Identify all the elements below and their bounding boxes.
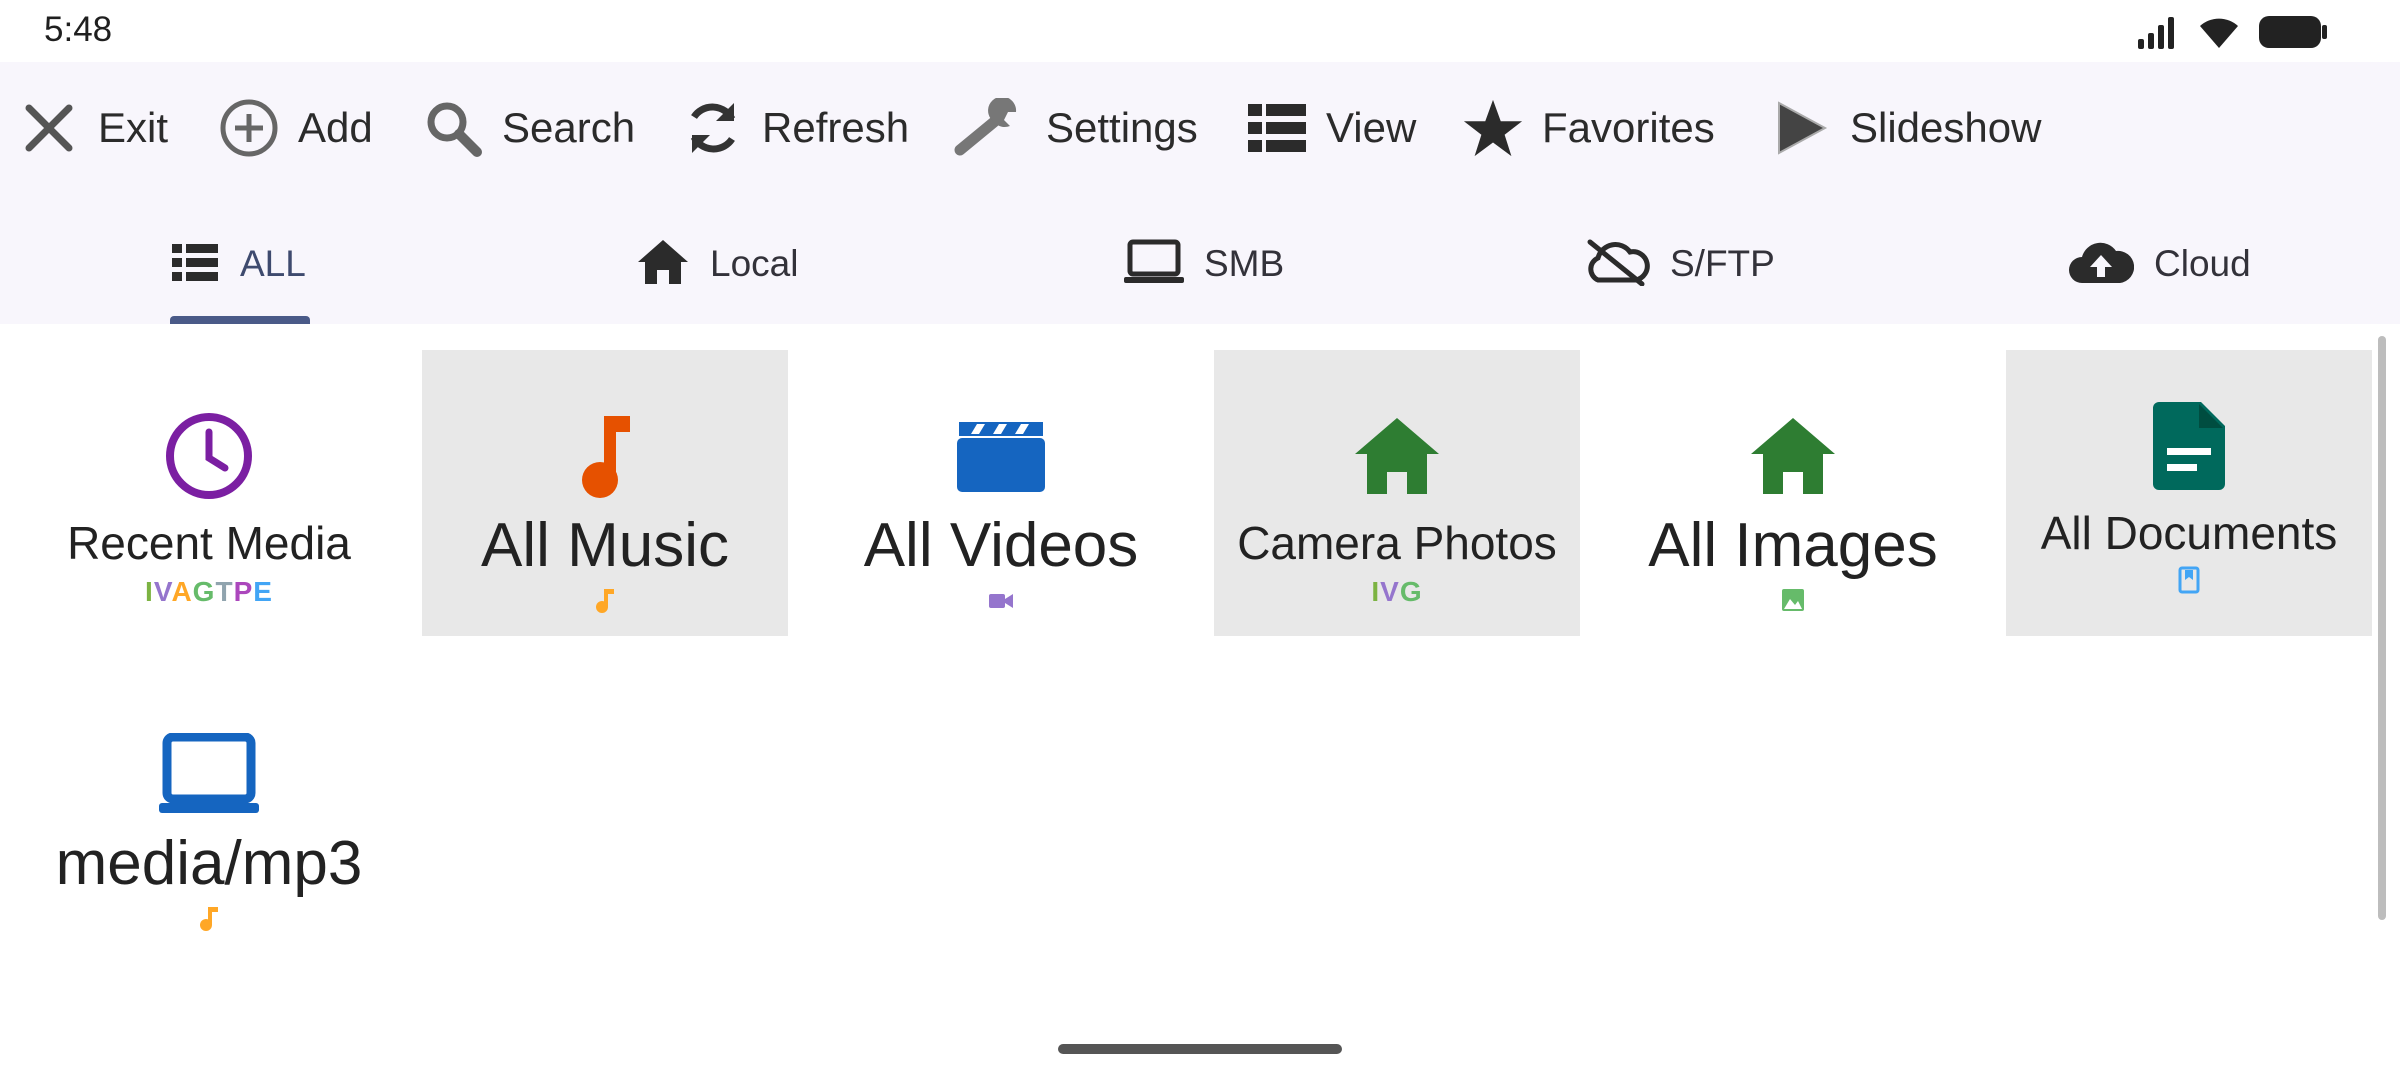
- tab-all-label: ALL: [240, 243, 306, 284]
- status-time: 5:48: [44, 10, 113, 49]
- tab-sftp[interactable]: S/FTP: [1584, 230, 1775, 298]
- tab-sftp-label: S/FTP: [1670, 243, 1775, 284]
- scrollbar[interactable]: [2378, 336, 2386, 920]
- music-note-icon: [555, 406, 655, 506]
- exit-label: Exit: [98, 104, 169, 151]
- status-bar: 5:48: [0, 0, 2400, 62]
- media-type-badge: IVAGTPE: [145, 576, 273, 607]
- search-icon: [422, 97, 484, 159]
- tile-recent-media[interactable]: Recent Media IVAGTPE: [26, 350, 392, 636]
- list-view-icon: [1246, 97, 1308, 159]
- video-badge-icon: [987, 587, 1015, 619]
- tile-media-mp3[interactable]: media/mp3: [26, 668, 392, 954]
- refresh-label: Refresh: [762, 104, 910, 151]
- exit-button[interactable]: Exit: [18, 92, 168, 164]
- home-icon: [1743, 406, 1843, 506]
- tab-smb-label: SMB: [1204, 243, 1285, 284]
- tile-camera-photos[interactable]: Camera Photos IVG: [1214, 350, 1580, 636]
- close-icon: [18, 97, 80, 159]
- music-badge-icon: [592, 587, 618, 622]
- image-badge-icon: [1780, 587, 1806, 620]
- tile-label: Recent Media: [67, 517, 351, 569]
- settings-label: Settings: [1046, 104, 1198, 151]
- refresh-icon: [682, 97, 744, 159]
- toolbar: Exit Add Search Refresh Settings View Fa…: [0, 62, 2400, 202]
- tile-label: All Images: [1648, 511, 1938, 580]
- laptop-icon: [159, 724, 259, 824]
- battery-icon: [2259, 16, 2327, 48]
- refresh-button[interactable]: Refresh: [682, 92, 909, 164]
- favorites-label: Favorites: [1542, 104, 1715, 151]
- tab-all[interactable]: ALL: [172, 230, 306, 298]
- home-icon: [1347, 406, 1447, 506]
- cloud-upload-icon: [2068, 239, 2135, 290]
- search-button[interactable]: Search: [422, 92, 635, 164]
- cloud-off-icon: [1584, 238, 1650, 291]
- tile-label: media/mp3: [55, 829, 363, 898]
- wifi-icon: [2200, 18, 2238, 48]
- tile-all-music[interactable]: All Music: [422, 350, 788, 636]
- document-icon: [2139, 396, 2239, 496]
- tile-label: All Documents: [2040, 507, 2338, 559]
- play-icon: [1770, 97, 1832, 159]
- tile-label: All Videos: [863, 511, 1139, 580]
- home-indicator[interactable]: [1058, 1044, 1342, 1054]
- search-label: Search: [502, 104, 636, 151]
- tab-smb[interactable]: SMB: [1124, 230, 1284, 298]
- favorites-button[interactable]: Favorites: [1462, 92, 1715, 164]
- star-icon: [1462, 97, 1524, 159]
- media-type-badge: IVG: [1371, 576, 1423, 607]
- slideshow-label: Slideshow: [1850, 104, 2042, 151]
- tab-local-label: Local: [710, 243, 799, 284]
- slideshow-button[interactable]: Slideshow: [1770, 92, 2041, 164]
- tile-all-images[interactable]: All Images: [1610, 350, 1976, 636]
- tile-all-videos[interactable]: All Videos: [818, 350, 1184, 636]
- add-circle-icon: [218, 97, 280, 159]
- tile-all-documents[interactable]: All Documents: [2006, 350, 2372, 636]
- tab-local[interactable]: Local: [636, 230, 798, 298]
- tile-label: Camera Photos: [1237, 517, 1557, 569]
- laptop-icon: [1124, 239, 1184, 290]
- tab-cloud-label: Cloud: [2154, 243, 2251, 284]
- settings-button[interactable]: Settings: [954, 92, 1198, 164]
- tab-cloud[interactable]: Cloud: [2068, 230, 2251, 298]
- wrench-icon: [954, 97, 1028, 159]
- location-tabs: ALL Local SMB S/FTP Cloud: [0, 202, 2400, 324]
- view-label: View: [1326, 104, 1417, 151]
- view-button[interactable]: View: [1246, 92, 1416, 164]
- document-badge-icon: [2177, 566, 2201, 601]
- tile-label: All Music: [480, 511, 730, 580]
- active-tab-indicator: [170, 316, 310, 324]
- movie-icon: [951, 406, 1051, 506]
- add-label: Add: [298, 104, 373, 151]
- home-icon: [636, 238, 690, 291]
- signal-icon: [2138, 17, 2174, 49]
- clock-icon: [159, 406, 259, 506]
- music-badge-icon: [196, 905, 222, 940]
- add-button[interactable]: Add: [218, 92, 373, 164]
- status-icons: [2136, 12, 2328, 52]
- list-icon: [172, 242, 220, 287]
